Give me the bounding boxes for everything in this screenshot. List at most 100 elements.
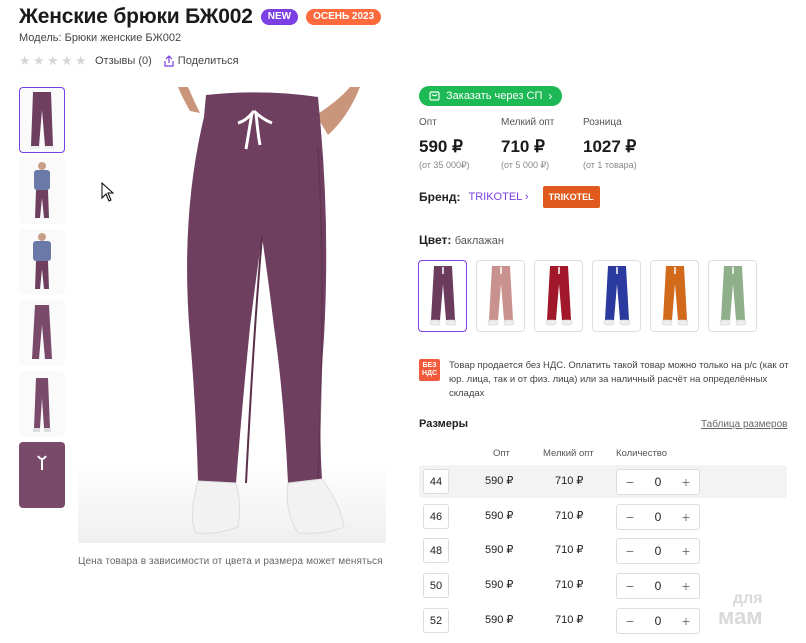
small-opt-price: 710 ₽ xyxy=(555,579,584,591)
size-label: 50 xyxy=(423,573,449,598)
plus-icon[interactable]: + xyxy=(679,578,693,594)
column-header-quantity: Количество xyxy=(616,448,668,459)
size-label: 44 xyxy=(423,469,449,494)
model-thumbnail-image xyxy=(34,162,50,218)
brand-link[interactable]: TRIKOTEL › xyxy=(469,191,529,203)
quantity-stepper[interactable]: − 0 + xyxy=(616,538,700,564)
swatch-pants-image xyxy=(487,266,514,326)
price-label: Розница xyxy=(583,117,622,128)
pants-thumbnail-image xyxy=(32,305,52,359)
plus-icon[interactable]: + xyxy=(679,543,693,559)
mouse-cursor-icon xyxy=(101,182,115,202)
price-retail: Розница 1027 ₽ (от 1 товара) xyxy=(583,117,665,171)
title-row: Женские брюки БЖ002 NEW ОСЕНЬ 2023 xyxy=(19,5,382,29)
price-condition: (от 35 000₽) xyxy=(419,160,470,170)
reviews-link[interactable]: Отзывы (0) xyxy=(95,55,152,67)
opt-price: 590 ₽ xyxy=(485,544,514,556)
color-value: баклажан xyxy=(454,235,504,247)
pants-thumbnail-image xyxy=(30,92,54,149)
chevron-right-icon: › xyxy=(548,89,553,103)
thumbnail[interactable] xyxy=(19,371,65,437)
size-row: 46 590 ₽ 710 ₽ − 0 + xyxy=(419,500,787,533)
swatch-pants-image xyxy=(429,266,456,326)
brand-label: Бренд: xyxy=(419,190,461,204)
opt-price: 590 ₽ xyxy=(485,510,514,522)
small-opt-price: 710 ₽ xyxy=(555,510,584,522)
no-vat-icon: БЕЗ НДС xyxy=(419,359,440,381)
minus-icon[interactable]: − xyxy=(623,509,637,525)
thumbnail[interactable] xyxy=(19,87,65,153)
star-icon: ★ xyxy=(61,53,73,68)
thumbnail[interactable] xyxy=(19,300,65,366)
swatch-pants-image xyxy=(661,266,688,326)
order-button-label: Заказать через СП xyxy=(446,90,543,102)
small-opt-price: 710 ₽ xyxy=(555,614,584,626)
rating-stars[interactable]: ★ ★ ★ ★ ★ xyxy=(19,53,87,68)
plus-icon[interactable]: + xyxy=(679,613,693,629)
price-small-wholesale: Мелкий опт 710 ₽ (от 5 000 ₽) xyxy=(501,117,583,171)
swatch-pants-image xyxy=(603,266,630,326)
color-swatch[interactable] xyxy=(592,260,641,332)
small-opt-price: 710 ₽ xyxy=(555,544,584,556)
opt-price: 590 ₽ xyxy=(485,579,514,591)
minus-icon[interactable]: − xyxy=(623,613,637,629)
swatch-pants-image xyxy=(719,266,746,326)
minus-icon[interactable]: − xyxy=(623,578,637,594)
price-condition: (от 5 000 ₽) xyxy=(501,160,550,170)
new-badge: NEW xyxy=(260,9,299,25)
main-product-image[interactable] xyxy=(78,87,386,543)
column-header-opt: Опт xyxy=(493,448,510,459)
pants-thumbnail-image xyxy=(33,378,51,432)
watermark-logo: для мам xyxy=(718,590,763,629)
price-label: Мелкий опт xyxy=(501,117,555,128)
quantity-value[interactable]: 0 xyxy=(655,475,662,489)
quantity-value[interactable]: 0 xyxy=(655,510,662,524)
page-title: Женские брюки БЖ002 xyxy=(19,5,253,28)
thumbnail-list xyxy=(19,87,66,513)
quantity-stepper[interactable]: − 0 + xyxy=(616,573,700,599)
color-swatch[interactable] xyxy=(534,260,583,332)
color-swatch[interactable] xyxy=(650,260,699,332)
season-badge: ОСЕНЬ 2023 xyxy=(306,9,382,25)
size-row: 48 590 ₽ 710 ₽ − 0 + xyxy=(419,534,787,567)
thumbnail[interactable] xyxy=(19,158,65,224)
quantity-stepper[interactable]: − 0 + xyxy=(616,608,700,634)
share-icon xyxy=(164,55,174,67)
order-via-sp-button[interactable]: Заказать через СП › xyxy=(419,86,563,106)
model-thumbnail-image xyxy=(33,233,51,289)
quantity-stepper[interactable]: − 0 + xyxy=(616,504,700,530)
column-header-small-opt: Мелкий опт xyxy=(543,448,594,459)
color-row: Цвет: баклажан xyxy=(419,233,504,247)
color-swatch[interactable] xyxy=(476,260,525,332)
quantity-value[interactable]: 0 xyxy=(655,614,662,628)
share-label: Поделиться xyxy=(177,55,239,67)
pants-detail-thumbnail-image xyxy=(20,444,64,506)
sizes-title: Размеры xyxy=(419,418,469,430)
thumbnail[interactable] xyxy=(19,229,65,295)
quantity-stepper[interactable]: − 0 + xyxy=(616,469,700,495)
brand-logo[interactable]: TRIKOTEL xyxy=(542,186,600,208)
size-chart-link[interactable]: Таблица размеров xyxy=(701,419,787,430)
plus-icon[interactable]: + xyxy=(679,509,693,525)
vat-notice-text: Товар продается без НДС. Оплатить такой … xyxy=(449,360,789,399)
vat-notice: БЕЗ НДС Товар продается без НДС. Оплатит… xyxy=(419,359,789,401)
share-button[interactable]: Поделиться xyxy=(164,55,239,67)
price-block: Опт 590 ₽ (от 35 000₽) Мелкий опт 710 ₽ … xyxy=(419,117,665,171)
minus-icon[interactable]: − xyxy=(623,543,637,559)
thumbnail[interactable] xyxy=(19,442,65,508)
quantity-value[interactable]: 0 xyxy=(655,579,662,593)
cart-icon xyxy=(429,91,440,101)
size-label: 48 xyxy=(423,538,449,563)
plus-icon[interactable]: + xyxy=(679,474,693,490)
star-icon: ★ xyxy=(19,53,31,68)
color-swatch[interactable] xyxy=(418,260,467,332)
swatch-pants-image xyxy=(545,266,572,326)
opt-price: 590 ₽ xyxy=(485,475,514,487)
star-icon: ★ xyxy=(33,53,45,68)
brand-row: Бренд: TRIKOTEL › TRIKOTEL xyxy=(419,186,600,208)
color-swatch[interactable] xyxy=(708,260,757,332)
opt-price: 590 ₽ xyxy=(485,614,514,626)
quantity-value[interactable]: 0 xyxy=(655,544,662,558)
price-condition: (от 1 товара) xyxy=(583,160,637,170)
minus-icon[interactable]: − xyxy=(623,474,637,490)
